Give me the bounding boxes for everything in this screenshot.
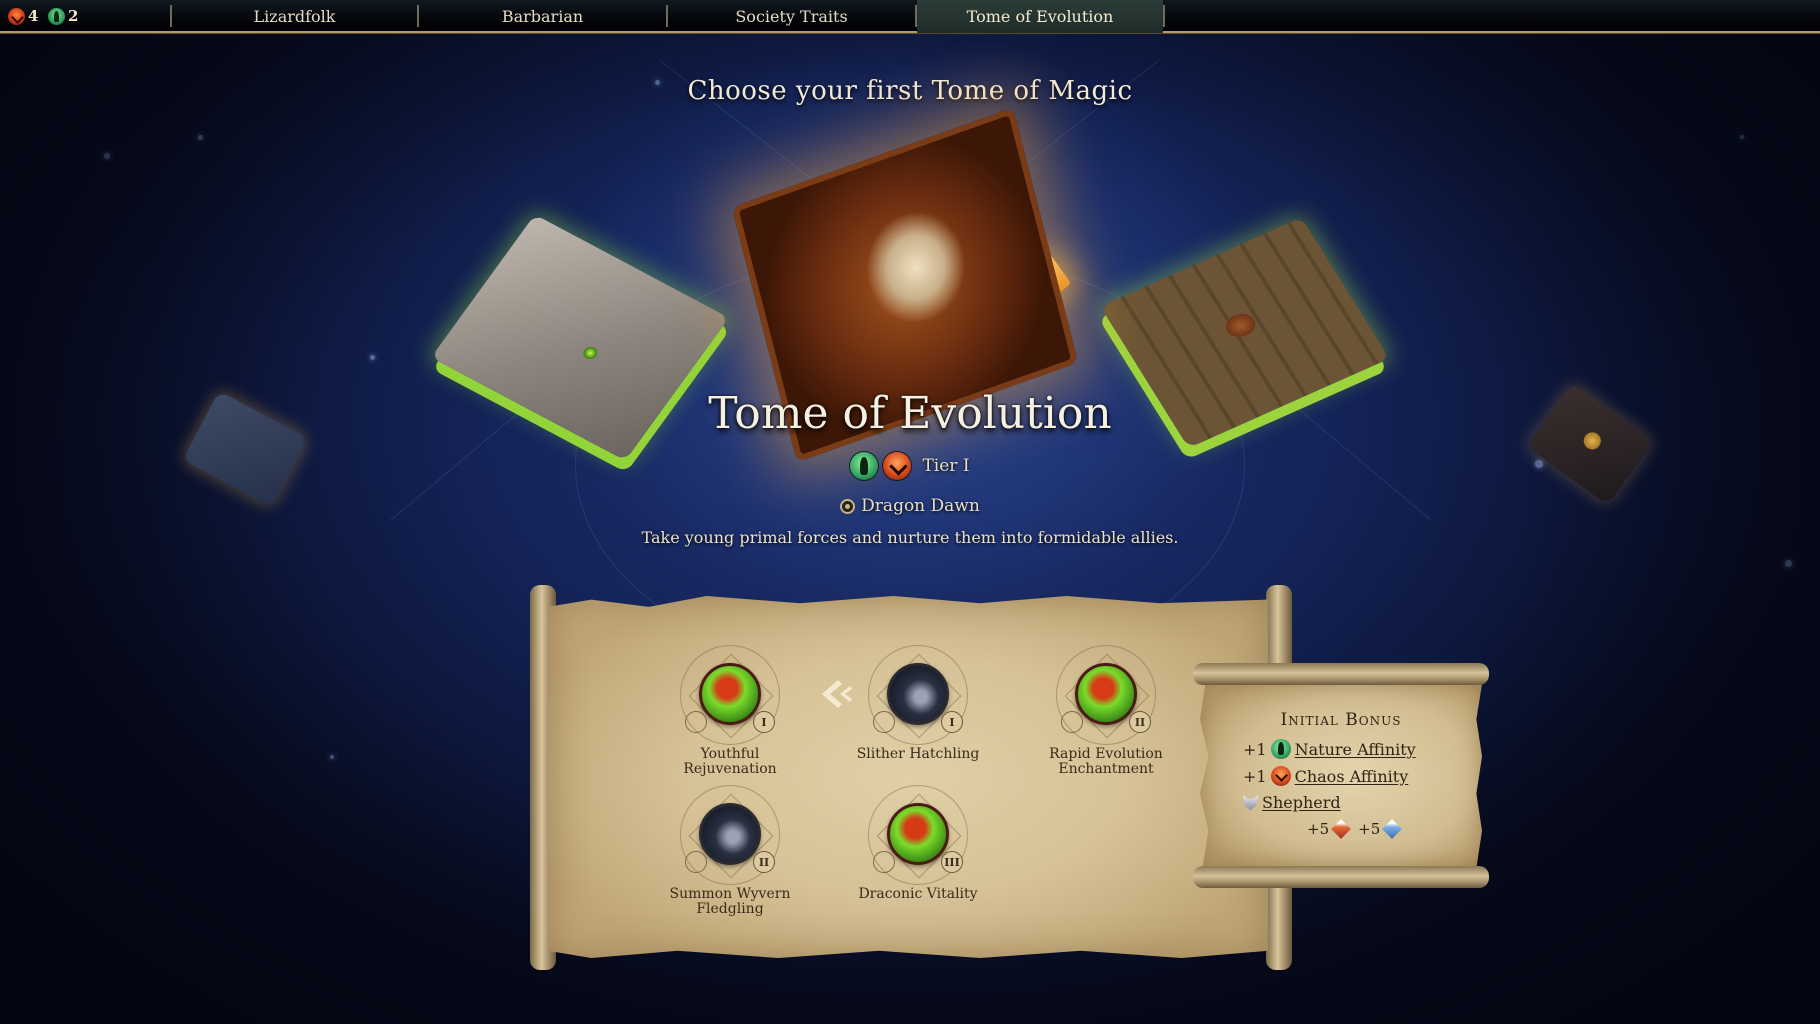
- chaos-affinity-counter: 4: [8, 6, 38, 26]
- spell-card-summon-wyvern-fledgling[interactable]: II Summon Wyvern Fledgling: [655, 785, 805, 917]
- tier-badge: II: [1129, 711, 1151, 733]
- spell-card-rapid-evolution-enchantment[interactable]: II Rapid Evolution Enchantment: [1031, 645, 1181, 777]
- tome-tier: Tier I: [922, 456, 970, 476]
- nature-affinity-counter: 2: [48, 6, 78, 26]
- tome-title: Tome of Evolution: [708, 388, 1112, 439]
- empty-slot-icon: [685, 851, 707, 873]
- empty-slot-icon: [685, 711, 707, 733]
- tab-label: Society Traits: [735, 7, 848, 26]
- tab-barbarian[interactable]: Barbarian: [419, 0, 666, 33]
- empty-slot-icon: [873, 711, 895, 733]
- spell-label: Youthful Rejuvenation: [683, 746, 777, 777]
- spell-frame: I: [863, 645, 973, 745]
- bonus-chaos-affinity: +1 Chaos Affinity: [1243, 766, 1408, 786]
- dragon-dawn-icon: [840, 498, 856, 514]
- tier-badge: I: [941, 711, 963, 733]
- initial-bonus-title: Initial Bonus: [1280, 710, 1402, 730]
- tab-society-traits[interactable]: Society Traits: [668, 0, 915, 33]
- top-navigation-bar: 4 2 Lizardfolk Barbarian Society Traits …: [0, 0, 1820, 33]
- nature-affinity-link[interactable]: Nature Affinity: [1295, 740, 1416, 759]
- bonus-nature-affinity: +1 Nature Affinity: [1243, 739, 1416, 759]
- spell-art-icon: [887, 663, 949, 725]
- chaos-affinity-value: 4: [28, 7, 39, 25]
- tab-divider: [1163, 5, 1165, 27]
- spell-art-icon: [699, 803, 761, 865]
- empty-slot-icon: [1061, 711, 1083, 733]
- chaos-affinity-icon: [1270, 766, 1291, 786]
- spell-label: Rapid Evolution Enchantment: [1049, 746, 1163, 777]
- tier-badge: III: [941, 851, 963, 873]
- spell-art-icon: [887, 803, 949, 865]
- empty-slot-icon: [873, 851, 895, 873]
- red-resource-value: +5: [1307, 820, 1330, 838]
- tier-badge: I: [753, 711, 775, 733]
- tome-realm-row: Dragon Dawn: [0, 496, 1820, 516]
- chaos-affinity-icon: [8, 7, 25, 25]
- blue-gem-icon: [1382, 819, 1403, 839]
- spell-frame: II: [675, 785, 785, 885]
- tome-realm: Dragon Dawn: [861, 496, 980, 516]
- spell-frame: I: [675, 645, 785, 745]
- bonus-scroll-rod-bottom: [1193, 866, 1489, 888]
- chaos-affinity-link[interactable]: Chaos Affinity: [1295, 767, 1409, 786]
- spell-label: Slither Hatchling: [856, 746, 980, 762]
- tab-label: Lizardfolk: [253, 7, 336, 26]
- spell-card-slither-hatchling[interactable]: I Slither Hatchling: [843, 645, 993, 762]
- bonus-prefix: +1: [1243, 739, 1267, 759]
- page-title: Choose your first Tome of Magic: [687, 76, 1133, 106]
- chaos-affinity-icon[interactable]: [883, 452, 912, 480]
- shepherd-link[interactable]: Shepherd: [1262, 793, 1341, 812]
- tab-label: Barbarian: [501, 7, 584, 26]
- tome-tier-row: Tier I: [0, 452, 1820, 480]
- spell-frame: III: [863, 785, 973, 885]
- nature-affinity-value: 2: [68, 7, 79, 25]
- spell-label: Summon Wyvern Fledgling: [669, 886, 791, 917]
- tier-badge: II: [753, 851, 775, 873]
- blue-resource-value: +5: [1358, 820, 1381, 838]
- spell-card-draconic-vitality[interactable]: III Draconic Vitality: [843, 785, 993, 902]
- spell-label: Draconic Vitality: [858, 886, 978, 902]
- tab-lizardfolk[interactable]: Lizardfolk: [172, 0, 417, 33]
- bonus-prefix: +1: [1243, 766, 1267, 786]
- wolf-icon: [1243, 794, 1258, 811]
- tab-tome-of-evolution[interactable]: Tome of Evolution: [917, 0, 1163, 33]
- bonus-shepherd: Shepherd: [1243, 793, 1341, 812]
- spell-frame: II: [1051, 645, 1161, 745]
- spell-art-icon: [1075, 663, 1137, 725]
- bonus-scroll-rod-top: [1193, 663, 1489, 685]
- bonus-resources: +5 +5: [1307, 819, 1403, 839]
- nature-affinity-icon: [48, 7, 65, 25]
- spell-card-youthful-rejuvenation[interactable]: I Youthful Rejuvenation: [655, 645, 805, 777]
- nature-affinity-icon: [1270, 739, 1291, 759]
- nature-affinity-icon[interactable]: [850, 452, 879, 480]
- tab-label: Tome of Evolution: [966, 7, 1114, 26]
- red-gem-icon: [1331, 819, 1352, 839]
- tome-description: Take young primal forces and nurture the…: [641, 528, 1179, 547]
- spell-art-icon: [699, 663, 761, 725]
